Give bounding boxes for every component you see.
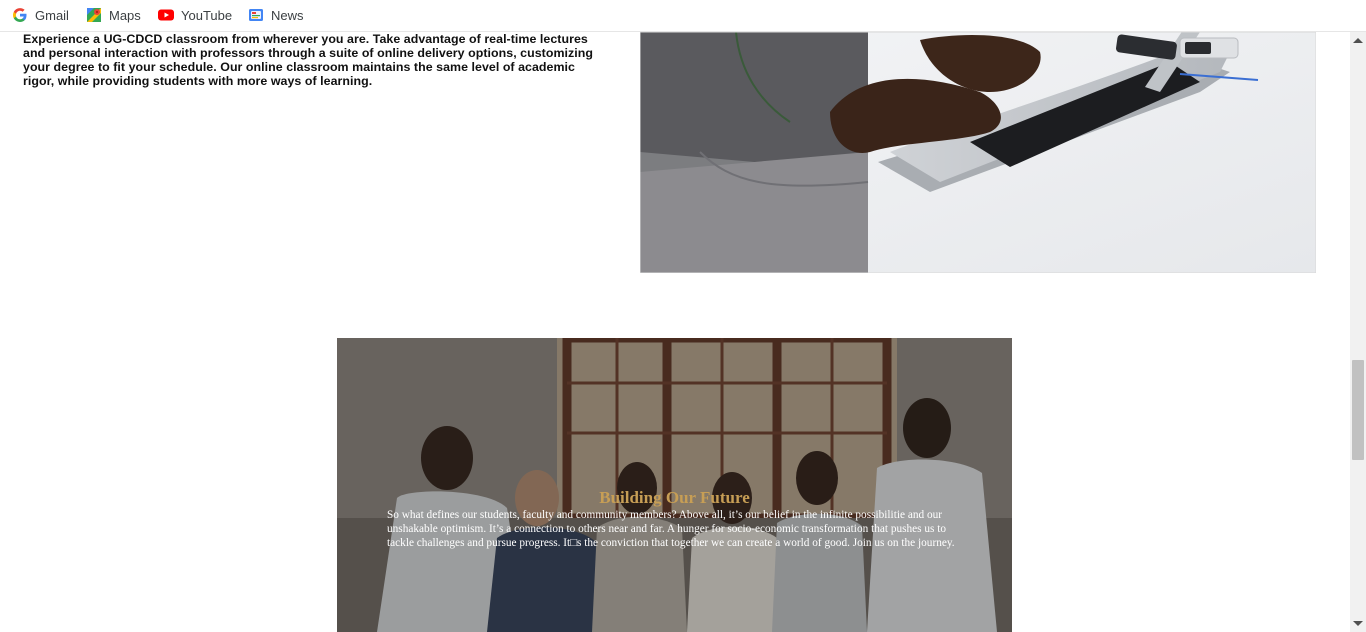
scrollbar-thumb[interactable] [1352, 360, 1364, 460]
scroll-down-arrow-icon[interactable] [1353, 621, 1363, 626]
online-classroom-text: Experience a UG-CDCD classroom from wher… [23, 32, 603, 88]
future-heading: Building Our Future [599, 488, 750, 507]
youtube-icon [158, 7, 174, 23]
intro-text-1: xperience a [31, 32, 104, 46]
page-content: Experience a UG-CDCD classroom from wher… [0, 32, 1350, 632]
bookmark-label: Maps [109, 7, 141, 23]
news-icon [248, 7, 264, 23]
laptop-typing-photo [640, 32, 1316, 273]
future-paragraph: So what defines our students, faculty an… [387, 509, 955, 549]
bookmark-label: YouTube [181, 7, 233, 23]
bookmarks-bar: Gmail Maps YouTube News [0, 0, 1366, 32]
bookmark-label: Gmail [35, 7, 69, 23]
bookmark-label: News [271, 7, 304, 23]
photo-dark-overlay [337, 338, 1012, 632]
group-photo-banner: Building Our Future So what defines our … [337, 338, 1012, 632]
dropcap-o: O [220, 60, 230, 74]
scroll-up-arrow-icon[interactable] [1353, 38, 1363, 43]
bookmark-news[interactable]: News [248, 4, 304, 26]
bookmark-youtube[interactable]: YouTube [158, 4, 232, 26]
google-icon [12, 7, 28, 23]
bookmark-gmail[interactable]: Gmail [12, 4, 69, 26]
bookmark-maps[interactable]: Maps [86, 4, 141, 26]
maps-icon [86, 7, 102, 23]
vertical-scrollbar[interactable] [1350, 32, 1366, 632]
org-name: UG-CDCD [103, 32, 163, 46]
